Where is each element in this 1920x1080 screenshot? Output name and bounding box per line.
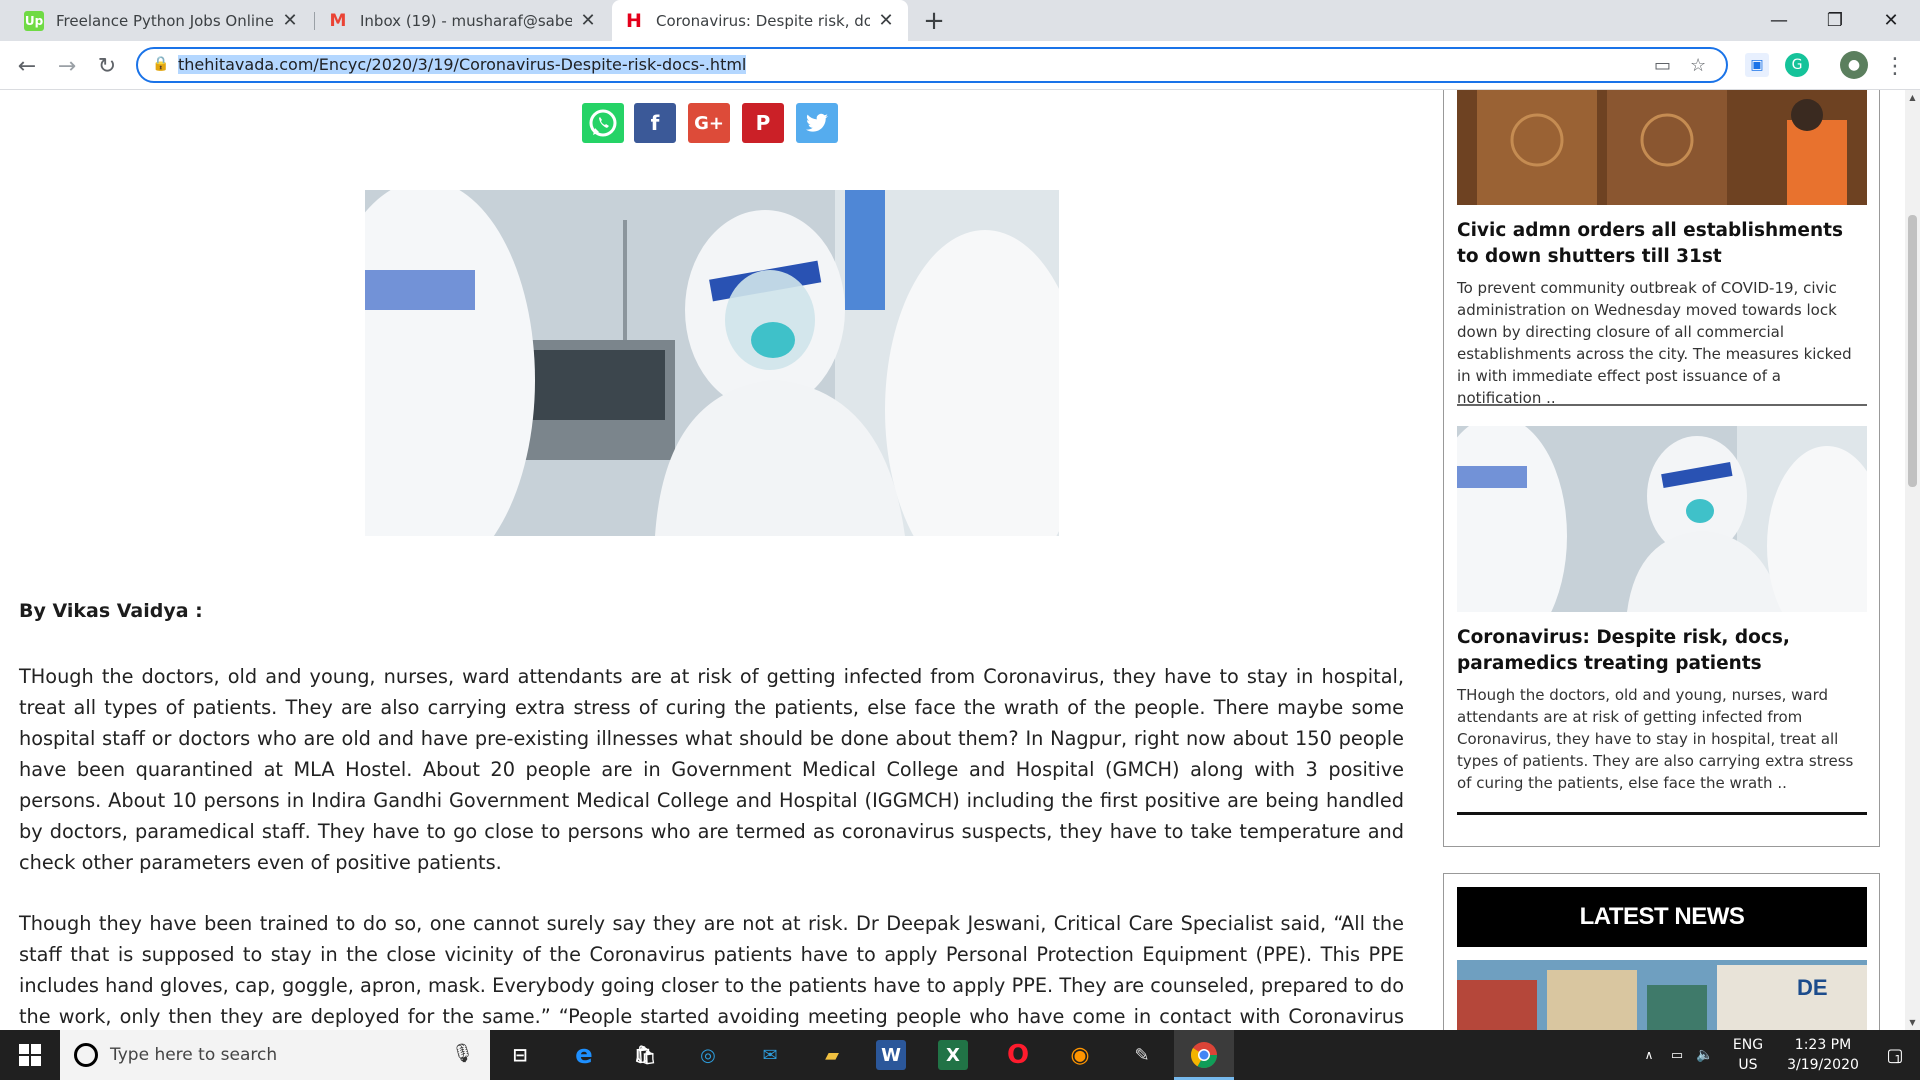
googleplus-icon: G+ xyxy=(694,112,724,134)
pinterest-share-button[interactable]: P xyxy=(742,103,784,143)
forward-icon[interactable]: → xyxy=(52,51,82,81)
facebook-icon: f xyxy=(650,111,660,135)
pinterest-icon: P xyxy=(755,111,771,135)
tab-title: Coronavirus: Despite risk, docs, p xyxy=(656,11,870,30)
back-icon[interactable]: ← xyxy=(12,51,42,81)
battery-icon[interactable]: ▭ xyxy=(1664,1030,1690,1080)
gmail-icon: M xyxy=(329,10,347,31)
latest-news-image[interactable]: DE xyxy=(1457,960,1867,1030)
card-title[interactable]: Coronavirus: Despite risk, docs, paramed… xyxy=(1457,625,1867,677)
tab-strip: Up Freelance Python Jobs Online - U ✕ M … xyxy=(0,0,1920,41)
new-tab-button[interactable]: + xyxy=(920,6,948,36)
language-code: ENG xyxy=(1732,1037,1764,1053)
scroll-up-icon[interactable]: ▲ xyxy=(1905,90,1920,105)
twitter-icon xyxy=(806,113,828,132)
tab-upwork[interactable]: Up Freelance Python Jobs Online - U ✕ xyxy=(12,0,312,41)
browser-toolbar: ← → ↻ 🔒 thehitavada.com/Encyc/2020/3/19/… xyxy=(0,41,1920,90)
safari-icon[interactable]: ◎ xyxy=(690,1038,726,1072)
googleplus-share-button[interactable]: G+ xyxy=(688,103,730,143)
card-image[interactable] xyxy=(1457,426,1867,612)
maximize-button[interactable]: ❐ xyxy=(1806,0,1864,41)
microphone-icon[interactable]: 🎙 xyxy=(451,1043,474,1064)
divider xyxy=(1457,404,1867,406)
tab-gmail[interactable]: M Inbox (19) - musharaf@sabertoot ✕ xyxy=(316,0,610,41)
address-bar[interactable]: 🔒 thehitavada.com/Encyc/2020/3/19/Corona… xyxy=(136,47,1728,83)
windows-taskbar: Type here to search 🎙 ⊟ e 🛍 ◎ ✉ ▰ W X O … xyxy=(0,1030,1920,1080)
firefox-icon[interactable]: ◉ xyxy=(1062,1038,1098,1072)
latest-news-heading: LATEST NEWS xyxy=(1457,887,1867,947)
notification-center-button[interactable]: ▢ 1 xyxy=(1874,1030,1914,1080)
volume-icon[interactable]: 🔈 xyxy=(1692,1030,1718,1080)
card-title[interactable]: Civic admn orders all establishments to … xyxy=(1457,218,1867,270)
store-icon[interactable]: 🛍 xyxy=(627,1038,663,1072)
tab-hitavada[interactable]: H Coronavirus: Despite risk, docs, p ✕ xyxy=(612,0,908,41)
article-byline: By Vikas Vaidya : xyxy=(19,600,203,622)
divider xyxy=(1457,812,1867,815)
article-paragraph: Though they have been trained to do so, … xyxy=(19,912,1404,1028)
mail-icon[interactable]: ✉ xyxy=(752,1038,788,1072)
page-scrollbar[interactable]: ▲ ▼ xyxy=(1905,90,1920,1030)
file-explorer-icon[interactable]: ▰ xyxy=(814,1038,850,1072)
close-icon[interactable]: ✕ xyxy=(280,10,300,31)
clock[interactable]: 1:23 PM 3/19/2020 xyxy=(1776,1030,1870,1080)
svg-text:DE: DE xyxy=(1797,975,1828,1000)
scroll-down-icon[interactable]: ▼ xyxy=(1905,1015,1920,1030)
word-icon[interactable]: W xyxy=(876,1040,906,1070)
opera-icon[interactable]: O xyxy=(1000,1038,1036,1072)
start-button[interactable] xyxy=(0,1030,60,1080)
close-icon[interactable]: ✕ xyxy=(578,10,598,31)
windows-icon xyxy=(19,1044,41,1066)
card-summary: THough the doctors, old and young, nurse… xyxy=(1457,686,1854,792)
clock-date: 3/19/2020 xyxy=(1787,1057,1859,1073)
scrollbar-thumb[interactable] xyxy=(1908,215,1917,487)
notification-count: 1 xyxy=(1894,1052,1902,1066)
search-placeholder: Type here to search xyxy=(110,1045,278,1065)
chrome-icon xyxy=(1190,1042,1218,1069)
menu-icon[interactable]: ⋮ xyxy=(1880,51,1910,81)
avatar[interactable]: ● xyxy=(1840,51,1868,79)
lock-icon[interactable]: 🔒 xyxy=(152,56,169,72)
region-code: US xyxy=(1738,1057,1758,1073)
edge-icon[interactable]: e xyxy=(566,1038,602,1072)
twitter-share-button[interactable] xyxy=(796,103,838,143)
show-hidden-icons[interactable]: ∧ xyxy=(1636,1030,1662,1080)
whatsapp-share-button[interactable] xyxy=(582,103,624,143)
card-image[interactable] xyxy=(1457,90,1867,205)
excel-icon[interactable]: X xyxy=(938,1040,968,1070)
card-summary: To prevent community outbreak of COVID-1… xyxy=(1457,279,1852,407)
scanner-icon[interactable]: ✎ xyxy=(1124,1038,1160,1072)
article-hero-image xyxy=(365,190,1059,536)
page-content: f G+ P By Vikas Vaidya : THough the doct… xyxy=(0,90,1905,1030)
hitavada-icon: H xyxy=(626,9,642,32)
task-view-icon[interactable]: ⊟ xyxy=(502,1038,538,1072)
url-selection: thehitavada.com/Encyc/2020/3/19/Coronavi… xyxy=(178,55,747,74)
clock-time: 1:23 PM xyxy=(1794,1037,1852,1053)
cortana-icon xyxy=(74,1043,98,1067)
chrome-taskbar-button[interactable] xyxy=(1174,1030,1234,1080)
tab-divider xyxy=(314,12,315,30)
minimize-button[interactable]: — xyxy=(1750,0,1808,41)
taskbar-search-box[interactable]: Type here to search 🎙 xyxy=(60,1030,490,1080)
bookmark-star-icon[interactable]: ☆ xyxy=(1690,55,1706,76)
close-icon[interactable]: ✕ xyxy=(876,10,896,31)
article-paragraph: THough the doctors, old and young, nurse… xyxy=(19,665,1404,874)
facebook-share-button[interactable]: f xyxy=(634,103,676,143)
grammarly-icon[interactable]: G xyxy=(1785,53,1809,77)
tab-title: Freelance Python Jobs Online - U xyxy=(56,11,274,30)
whatsapp-icon xyxy=(589,109,617,137)
language-indicator[interactable]: ENG US xyxy=(1724,1030,1772,1080)
cast-icon[interactable]: ▭ xyxy=(1654,55,1671,76)
upwork-icon: Up xyxy=(24,10,44,31)
url-text[interactable]: thehitavada.com/Encyc/2020/3/19/Coronavi… xyxy=(178,55,747,74)
close-window-button[interactable]: ✕ xyxy=(1862,0,1920,41)
reload-icon[interactable]: ↻ xyxy=(92,51,122,81)
extension-icon[interactable]: ▣ xyxy=(1745,53,1769,77)
tab-title: Inbox (19) - musharaf@sabertoot xyxy=(360,11,572,30)
